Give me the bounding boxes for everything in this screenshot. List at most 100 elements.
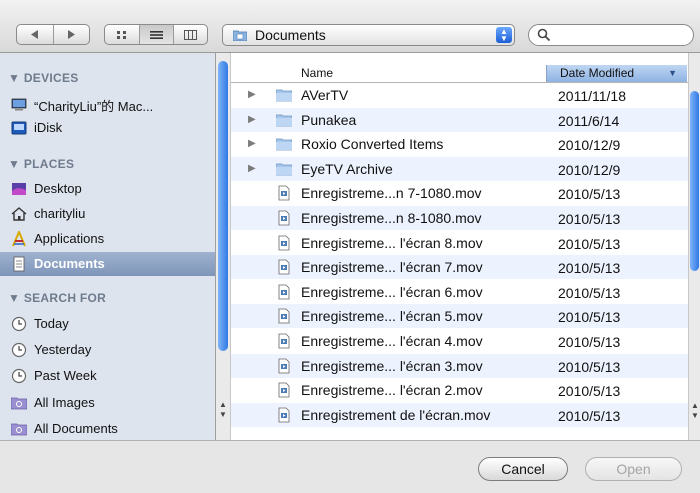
table-row[interactable]: Enregistreme... l'écran 4.mov 2010/5/13 [231,329,688,353]
table-row[interactable]: ▶ EyeTV Archive 2010/12/9 [231,156,688,181]
clock-icon [11,342,27,358]
sidebar-item-label: Today [34,316,69,331]
sidebar-item-label: Yesterday [34,342,92,357]
file-date-modified: 2010/12/9 [558,161,621,178]
sidebar-item-label: Documents [34,256,105,271]
sidebar-item-mac[interactable]: “CharityLiu”的 Mac... [0,92,215,116]
scroll-arrows-icon[interactable]: ▲ ▼ [689,401,700,421]
table-row[interactable]: ▶ AVerTV 2011/11/18 [231,83,688,107]
search-field[interactable] [528,24,694,46]
file-name: Enregistreme...n 7-1080.mov [301,185,482,202]
sort-descending-icon: ▼ [668,68,677,78]
file-list-scrollbar[interactable]: ▲ ▼ [688,53,700,440]
cancel-button[interactable]: Cancel [478,457,568,481]
column-view-icon [183,29,197,40]
navigation-buttons [16,24,90,45]
sidebar-item-yesterday[interactable]: Yesterday [0,338,215,362]
file-date-modified: 2010/5/13 [558,334,621,350]
sidebar-item-all-images[interactable]: All Images [0,391,215,415]
file-name: Enregistreme... l'écran 3.mov [301,357,483,374]
column-header-label: Date Modified [560,66,635,80]
column-header-name[interactable]: Name [301,66,333,80]
search-input[interactable] [555,27,693,43]
file-name: Enregistreme...n 8-1080.mov [301,210,482,226]
applications-icon [12,231,26,247]
table-row[interactable]: Enregistreme... l'écran 2.mov 2010/5/13 [231,378,688,402]
disclosure-triangle-icon[interactable]: ▶ [248,89,256,100]
icon-view-icon [116,30,126,39]
column-view-button[interactable] [172,25,207,44]
movie-file-icon [278,333,290,349]
file-name: Enregistreme... l'écran 8.mov [301,234,483,251]
file-name: Enregistreme... l'écran 7.mov [301,259,483,276]
table-row[interactable]: Enregistreme...n 8-1080.mov 2010/5/13 [231,206,688,230]
table-row[interactable]: Enregistreme... l'écran 7.mov 2010/5/13 [231,255,688,280]
sidebar-item-all-documents[interactable]: All Documents [0,417,215,440]
file-date-modified: 2010/5/13 [558,358,621,375]
clock-icon [11,316,27,332]
movie-file-icon [278,185,290,201]
location-popup[interactable]: Documents ▲ ▼ [222,24,515,46]
movie-file-icon [278,407,290,423]
file-date-modified: 2010/5/13 [558,260,621,277]
sidebar-item-label: Applications [34,231,105,246]
sidebar-scroll-thumb[interactable] [218,61,228,351]
sidebar-item-past-week[interactable]: Past Week [0,364,215,388]
file-name: Punakea [301,111,357,128]
view-mode-buttons [104,24,208,45]
dialog-button-bar: Cancel Open [0,440,700,493]
location-label: Documents [255,27,326,43]
list-view-icon [149,30,163,39]
file-date-modified: 2010/5/13 [558,235,621,252]
file-date-modified: 2010/5/13 [558,211,621,227]
section-header-devices[interactable]: ▼ DEVICES [8,69,79,87]
desktop-icon [12,183,26,195]
disclosure-triangle-icon[interactable]: ▶ [248,114,256,125]
sidebar-item-home[interactable]: charityliu [0,202,215,226]
file-list-scroll-thumb[interactable] [690,91,699,271]
file-name: AVerTV [301,87,349,103]
back-button[interactable] [17,25,53,44]
open-button[interactable]: Open [585,457,682,481]
disclosure-triangle-icon[interactable]: ▶ [248,138,256,149]
table-row[interactable]: Enregistreme... l'écran 8.mov 2010/5/13 [231,231,688,255]
forward-button[interactable] [52,25,89,44]
icon-view-button[interactable] [105,25,139,44]
sidebar-item-desktop[interactable]: Desktop [0,177,215,201]
sidebar-item-applications[interactable]: Applications [0,227,215,251]
section-header-places[interactable]: ▼ PLACES [8,155,74,173]
table-row[interactable]: Enregistreme... l'écran 5.mov 2010/5/13 [231,304,688,329]
section-label: PLACES [23,157,75,171]
list-view-button[interactable] [138,25,173,44]
movie-file-icon [278,358,290,373]
movie-file-icon [278,259,290,275]
section-header-search-for[interactable]: ▼ SEARCH FOR [8,289,106,307]
sidebar-item-documents[interactable]: Documents [0,252,215,276]
smart-folder-icon [11,397,27,410]
folder-icon [276,89,292,102]
folder-icon [276,138,292,151]
search-icon [537,28,551,42]
scroll-arrows-icon[interactable]: ▲ ▼ [216,400,230,420]
table-row[interactable]: Enregistreme... l'écran 6.mov 2010/5/13 [231,280,688,304]
movie-file-icon [278,210,290,226]
file-name: EyeTV Archive [301,160,393,177]
disclosure-triangle-icon[interactable]: ▶ [248,163,256,174]
table-row[interactable]: ▶ Punakea 2011/6/14 [231,107,688,132]
table-row[interactable]: ▶ Roxio Converted Items 2010/12/9 [231,132,688,156]
clock-icon [11,368,27,384]
column-header-date-modified[interactable]: Date Modified ▼ [546,65,687,82]
sidebar: ▼ DEVICES “CharityLiu”的 Mac... iDisk ▼ P… [0,53,216,440]
table-row[interactable]: Enregistreme...n 7-1080.mov 2010/5/13 [231,181,688,205]
table-row[interactable]: Enregistreme... l'écran 3.mov 2010/5/13 [231,353,688,378]
file-date-modified: 2010/5/13 [558,284,621,301]
sidebar-item-idisk[interactable]: iDisk [0,116,215,140]
table-row[interactable]: Enregistrement de l'écran.mov 2010/5/13 [231,402,688,427]
section-label: DEVICES [23,71,79,85]
file-name: Enregistreme... l'écran 5.mov [301,308,483,325]
movie-file-icon [278,382,290,398]
sidebar-scrollbar[interactable]: ▲ ▼ [216,53,231,440]
sidebar-item-today[interactable]: Today [0,312,215,336]
file-date-modified: 2010/5/13 [558,186,621,203]
movie-file-icon [278,284,290,300]
